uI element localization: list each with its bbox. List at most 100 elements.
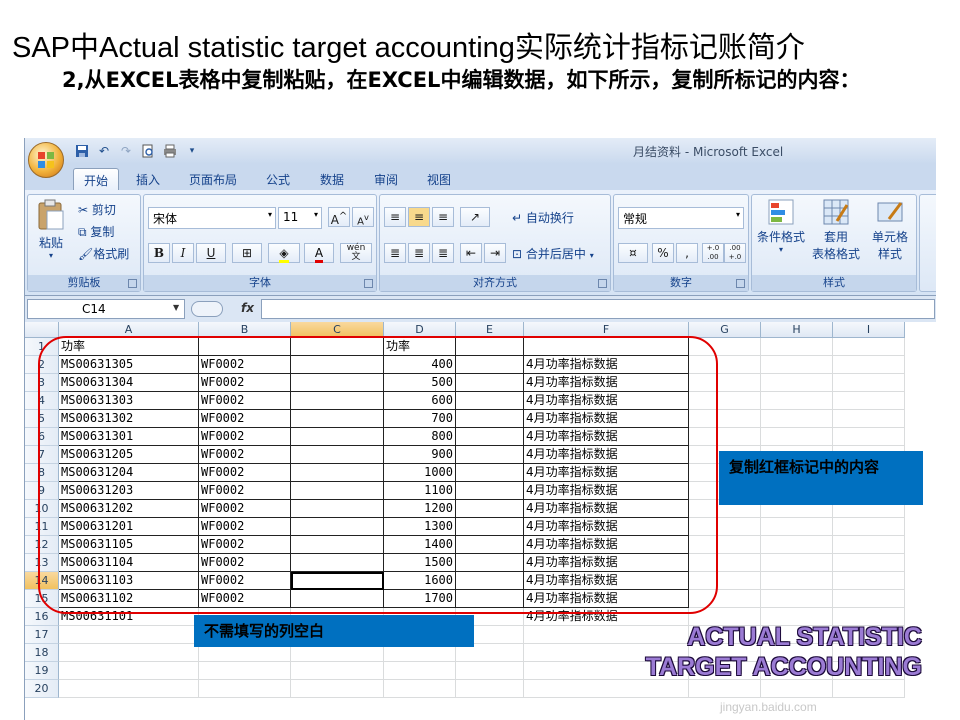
paste-dropdown-icon[interactable]: ▾ bbox=[34, 251, 68, 260]
percent-button[interactable]: % bbox=[652, 243, 674, 263]
paste-button[interactable]: 粘贴 ▾ bbox=[34, 199, 68, 260]
cell-e7[interactable] bbox=[456, 446, 524, 464]
cell-e9[interactable] bbox=[456, 482, 524, 500]
cell-f4[interactable]: 4月功率指标数据 bbox=[524, 392, 689, 410]
column-header-b[interactable]: B bbox=[199, 322, 291, 338]
row-header-19[interactable]: 19 bbox=[25, 662, 59, 680]
cell-d2[interactable]: 400 bbox=[384, 356, 456, 374]
column-header-f[interactable]: F bbox=[524, 322, 689, 338]
cell-a9[interactable]: MS00631203 bbox=[59, 482, 199, 500]
cell-f3[interactable]: 4月功率指标数据 bbox=[524, 374, 689, 392]
cell-c12[interactable] bbox=[291, 536, 384, 554]
shrink-font-button[interactable]: Av bbox=[352, 207, 374, 227]
bold-button[interactable]: B bbox=[148, 243, 170, 263]
row-header-8[interactable]: 8 bbox=[25, 464, 59, 482]
cell-g1[interactable] bbox=[689, 338, 761, 356]
cell-h4[interactable] bbox=[761, 392, 833, 410]
cell-b7[interactable]: WF0002 bbox=[199, 446, 291, 464]
orientation-icon[interactable]: ↗ bbox=[460, 207, 490, 227]
customize-qat-icon[interactable]: ▾ bbox=[183, 142, 201, 160]
row-header-5[interactable]: 5 bbox=[25, 410, 59, 428]
column-header-i[interactable]: I bbox=[833, 322, 905, 338]
row-header-4[interactable]: 4 bbox=[25, 392, 59, 410]
cell-f20[interactable] bbox=[524, 680, 689, 698]
cell-i14[interactable] bbox=[833, 572, 905, 590]
cell-b9[interactable]: WF0002 bbox=[199, 482, 291, 500]
cell-a6[interactable]: MS00631301 bbox=[59, 428, 199, 446]
cell-g14[interactable] bbox=[689, 572, 761, 590]
cell-b13[interactable]: WF0002 bbox=[199, 554, 291, 572]
print-icon[interactable] bbox=[161, 142, 179, 160]
cell-styles-button[interactable]: 单元格 样式 bbox=[866, 199, 914, 262]
cell-c3[interactable] bbox=[291, 374, 384, 392]
cell-c9[interactable] bbox=[291, 482, 384, 500]
decrease-decimal-button[interactable]: .00 +.0 bbox=[724, 243, 746, 263]
formula-bar-splitter[interactable] bbox=[191, 301, 223, 317]
cell-e5[interactable] bbox=[456, 410, 524, 428]
save-icon[interactable] bbox=[73, 142, 91, 160]
cell-e13[interactable] bbox=[456, 554, 524, 572]
cell-c5[interactable] bbox=[291, 410, 384, 428]
cell-f14[interactable]: 4月功率指标数据 bbox=[524, 572, 689, 590]
underline-button[interactable]: U bbox=[196, 243, 226, 263]
align-center-icon[interactable]: ≣ bbox=[408, 243, 430, 263]
cell-d1[interactable]: 功率 bbox=[384, 338, 456, 356]
cell-a7[interactable]: MS00631205 bbox=[59, 446, 199, 464]
cell-h12[interactable] bbox=[761, 536, 833, 554]
cell-i1[interactable] bbox=[833, 338, 905, 356]
cell-g5[interactable] bbox=[689, 410, 761, 428]
chevron-down-icon[interactable]: ▼ bbox=[173, 303, 179, 312]
cell-f9[interactable]: 4月功率指标数据 bbox=[524, 482, 689, 500]
cell-c7[interactable] bbox=[291, 446, 384, 464]
cell-e10[interactable] bbox=[456, 500, 524, 518]
cell-h6[interactable] bbox=[761, 428, 833, 446]
row-header-16[interactable]: 16 bbox=[25, 608, 59, 626]
tab-view[interactable]: 视图 bbox=[418, 168, 460, 190]
cell-c10[interactable] bbox=[291, 500, 384, 518]
cell-b20[interactable] bbox=[199, 680, 291, 698]
cell-g12[interactable] bbox=[689, 536, 761, 554]
cell-c15[interactable] bbox=[291, 590, 384, 608]
cell-e19[interactable] bbox=[456, 662, 524, 680]
row-header-3[interactable]: 3 bbox=[25, 374, 59, 392]
tab-review[interactable]: 审阅 bbox=[365, 168, 407, 190]
cell-i11[interactable] bbox=[833, 518, 905, 536]
clipboard-dialog-launcher[interactable] bbox=[128, 279, 137, 288]
cell-c6[interactable] bbox=[291, 428, 384, 446]
cell-d7[interactable]: 900 bbox=[384, 446, 456, 464]
row-header-20[interactable]: 20 bbox=[25, 680, 59, 698]
cut-button[interactable]: ✂ 剪切 bbox=[78, 201, 116, 218]
row-header-13[interactable]: 13 bbox=[25, 554, 59, 572]
cell-d10[interactable]: 1200 bbox=[384, 500, 456, 518]
cell-b5[interactable]: WF0002 bbox=[199, 410, 291, 428]
cell-c14[interactable] bbox=[291, 572, 384, 590]
cell-i6[interactable] bbox=[833, 428, 905, 446]
column-header-c[interactable]: C bbox=[291, 322, 384, 338]
cell-a5[interactable]: MS00631302 bbox=[59, 410, 199, 428]
italic-button[interactable]: I bbox=[172, 243, 194, 263]
redo-icon[interactable]: ↷ bbox=[117, 142, 135, 160]
grow-font-button[interactable]: A^ bbox=[328, 207, 350, 227]
increase-decimal-button[interactable]: +.0 .00 bbox=[702, 243, 724, 263]
cell-g11[interactable] bbox=[689, 518, 761, 536]
increase-indent-icon[interactable]: ⇥ bbox=[484, 243, 506, 263]
cell-a2[interactable]: MS00631305 bbox=[59, 356, 199, 374]
cell-c19[interactable] bbox=[291, 662, 384, 680]
insert-function-icon[interactable]: fx bbox=[241, 301, 254, 315]
cell-c1[interactable] bbox=[291, 338, 384, 356]
cell-i15[interactable] bbox=[833, 590, 905, 608]
cell-e11[interactable] bbox=[456, 518, 524, 536]
alignment-dialog-launcher[interactable] bbox=[598, 279, 607, 288]
row-header-15[interactable]: 15 bbox=[25, 590, 59, 608]
cell-c13[interactable] bbox=[291, 554, 384, 572]
cell-i20[interactable] bbox=[833, 680, 905, 698]
cell-b10[interactable]: WF0002 bbox=[199, 500, 291, 518]
row-header-7[interactable]: 7 bbox=[25, 446, 59, 464]
align-right-icon[interactable]: ≣ bbox=[432, 243, 454, 263]
cell-f7[interactable]: 4月功率指标数据 bbox=[524, 446, 689, 464]
align-top-icon[interactable]: ≡ bbox=[384, 207, 406, 227]
cell-i12[interactable] bbox=[833, 536, 905, 554]
cell-i3[interactable] bbox=[833, 374, 905, 392]
row-header-11[interactable]: 11 bbox=[25, 518, 59, 536]
cell-e4[interactable] bbox=[456, 392, 524, 410]
